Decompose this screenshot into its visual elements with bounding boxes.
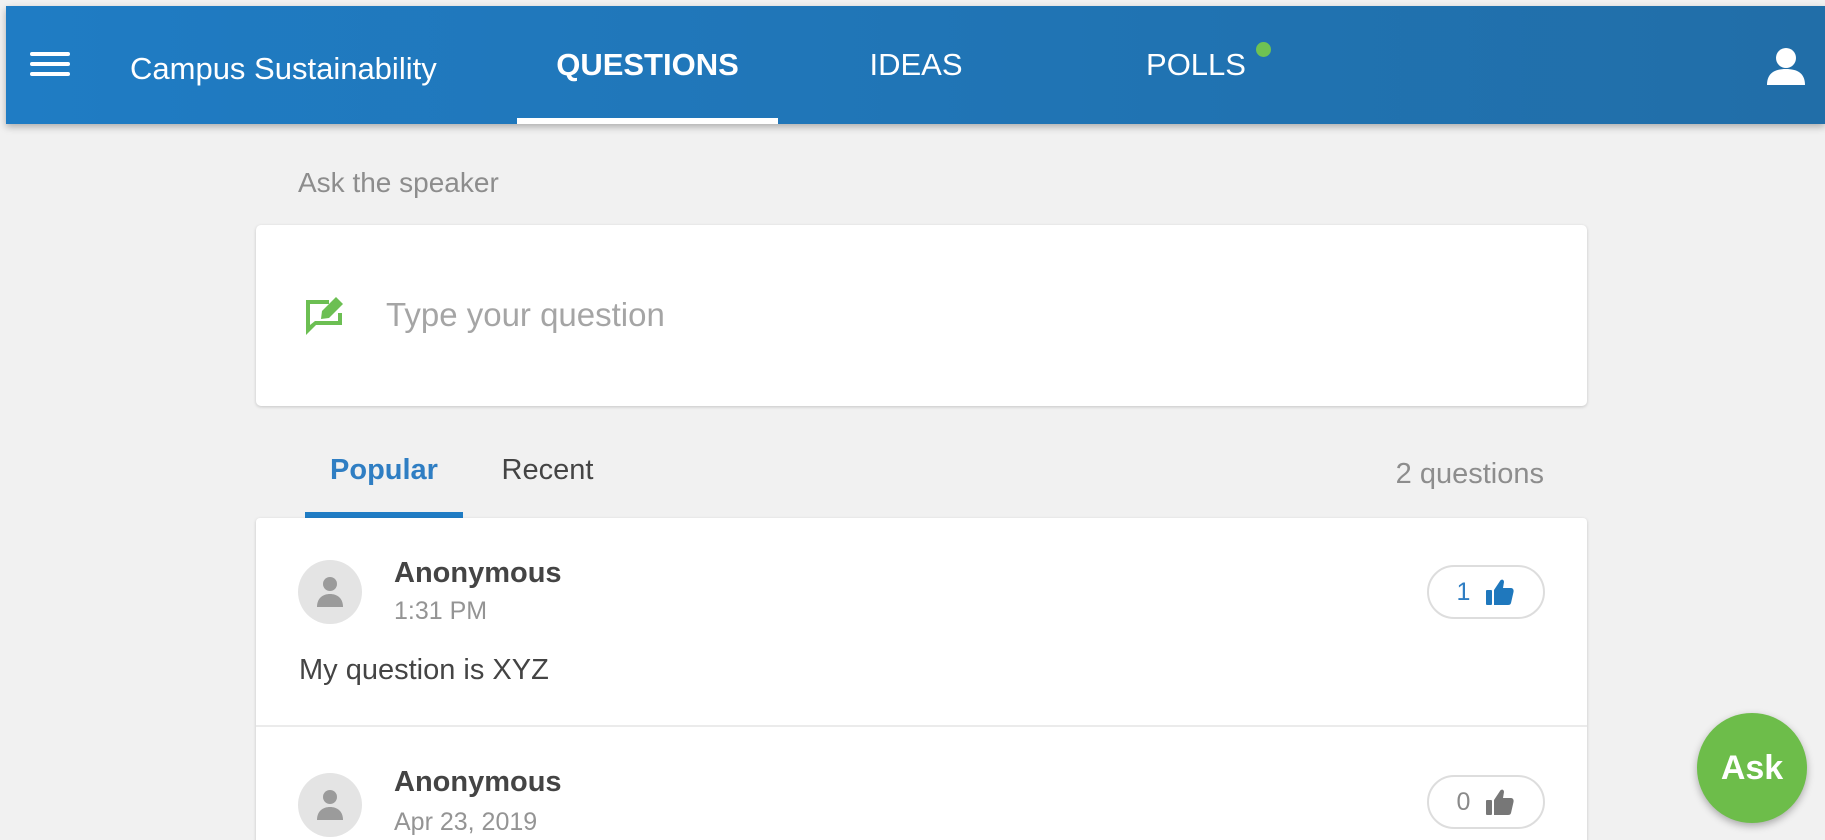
question-time: Apr 23, 2019 [394, 808, 538, 836]
app-bar: Campus Sustainability QUESTIONS IDEAS PO… [6, 6, 1825, 124]
polls-update-dot [1256, 42, 1271, 57]
upvote-button[interactable]: 1 [1427, 565, 1545, 619]
tab-questions[interactable]: QUESTIONS [517, 6, 778, 124]
active-tab-indicator [517, 118, 778, 124]
tab-ideas[interactable]: IDEAS [816, 6, 1016, 124]
avatar [298, 773, 362, 837]
question-author: Anonymous [394, 766, 562, 798]
question-time: 1:31 PM [394, 597, 488, 625]
question-input[interactable] [386, 283, 1536, 347]
vote-count: 0 [1456, 788, 1471, 816]
hamburger-menu-icon [30, 52, 70, 56]
anonymous-person-icon [317, 577, 343, 607]
sort-tab-popular[interactable]: Popular [305, 450, 463, 518]
tab-polls[interactable]: POLLS [1106, 6, 1286, 124]
thumbs-up-icon [1486, 579, 1515, 605]
questions-page: Campus Sustainability QUESTIONS IDEAS PO… [0, 0, 1825, 840]
question-count: 2 questions [1395, 458, 1544, 490]
question-item[interactable]: Anonymous Apr 23, 2019 0 [256, 725, 1587, 840]
question-list: Anonymous 1:31 PM My question is XYZ 1 A… [256, 518, 1587, 840]
ask-question-card [256, 225, 1587, 406]
anonymous-person-icon [317, 790, 343, 820]
hamburger-menu-icon [30, 62, 70, 66]
person-icon [1767, 48, 1805, 85]
profile-button[interactable] [1765, 46, 1807, 86]
menu-button[interactable] [28, 44, 72, 84]
question-text: My question is XYZ [299, 654, 549, 686]
question-item[interactable]: Anonymous 1:31 PM My question is XYZ 1 [256, 518, 1587, 725]
question-author: Anonymous [394, 557, 562, 589]
ask-speaker-label: Ask the speaker [298, 167, 499, 198]
edit-comment-icon [306, 297, 343, 335]
vote-count: 1 [1456, 578, 1471, 606]
upvote-button[interactable]: 0 [1427, 775, 1545, 829]
hamburger-menu-icon [30, 72, 70, 76]
ask-fab-button[interactable]: Ask [1697, 713, 1807, 823]
event-title: Campus Sustainability [130, 51, 437, 86]
sort-tab-recent[interactable]: Recent [490, 450, 605, 518]
avatar [298, 560, 362, 624]
thumbs-up-icon [1486, 789, 1515, 815]
